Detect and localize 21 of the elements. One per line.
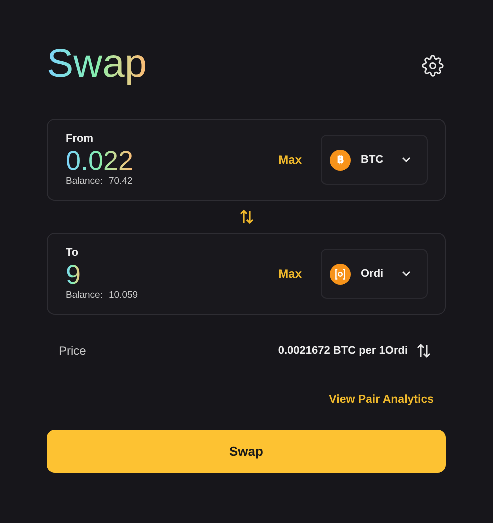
price-label: Price [59,343,86,360]
settings-icon[interactable] [422,55,444,77]
chevron-down-icon [402,157,411,163]
bitcoin-icon [330,150,351,170]
swap-direction-icon[interactable] [238,209,254,225]
panel-label: From [66,132,94,146]
token-select[interactable]: Ordi [321,249,428,299]
panel-label: To [66,246,80,260]
balance-value: 70.42 [108,176,133,188]
view-pair-analytics-link[interactable]: View Pair Analytics [329,392,434,410]
max-button[interactable]: Max [278,265,302,283]
swap-button[interactable]: Swap [47,430,446,474]
brackets-coin-icon [330,264,351,284]
swap-arrows-icon[interactable] [416,343,432,359]
balance-label: Balance: [66,290,103,302]
chevron-down-icon [402,271,411,277]
balance-value: 10.059 [108,290,138,302]
price-value: 0.0021672 BTC per 1Ordi [278,344,408,359]
balance-label: Balance: [66,176,103,188]
token-select[interactable]: BTC [321,135,428,185]
max-button[interactable]: Max [278,151,302,169]
